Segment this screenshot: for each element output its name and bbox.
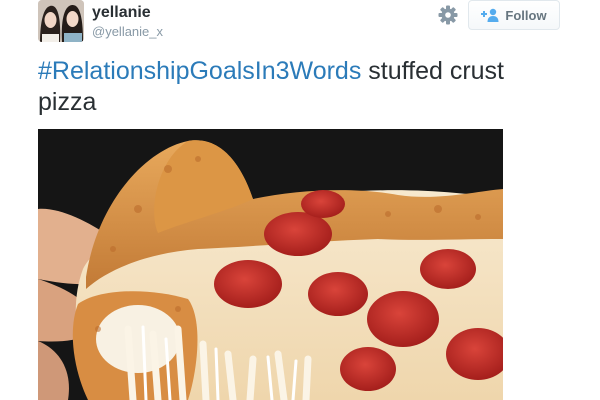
pizza-image	[38, 129, 503, 400]
follow-label: Follow	[505, 7, 547, 23]
tweet-photo[interactable]	[38, 129, 503, 400]
tweet-card: yellanie @yellanie_x Follow #Relationshi…	[0, 0, 600, 400]
avatar[interactable]	[38, 0, 84, 42]
tweet-text: #RelationshipGoalsIn3Words stuffed crust…	[38, 56, 558, 118]
add-user-icon	[481, 8, 499, 22]
display-name[interactable]: yellanie	[92, 4, 151, 22]
username-handle[interactable]: @yellanie_x	[92, 24, 163, 39]
avatar-image	[38, 0, 84, 42]
follow-button[interactable]: Follow	[468, 0, 560, 30]
gear-icon[interactable]	[437, 4, 459, 26]
hashtag-link[interactable]: #RelationshipGoalsIn3Words	[38, 57, 361, 85]
